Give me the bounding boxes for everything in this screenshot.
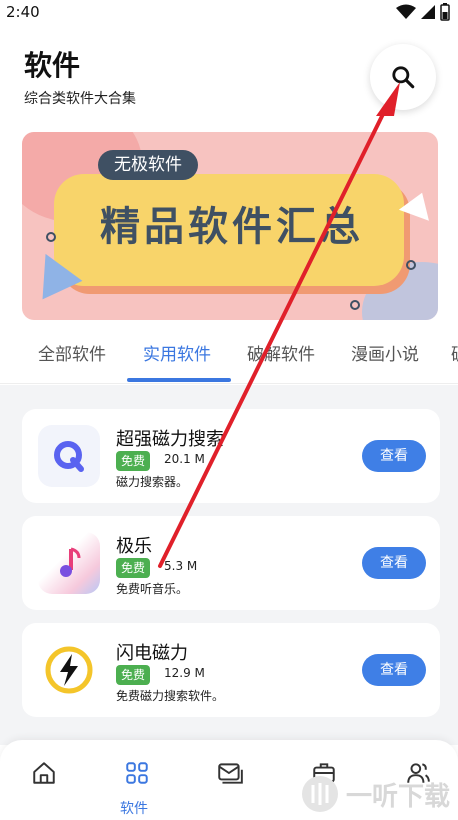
banner-dot [350,300,360,310]
app-name: 极乐 [116,536,152,557]
view-button[interactable]: 查看 [362,440,426,472]
app-description: 免费听音乐。 [116,582,189,596]
status-icons [396,3,450,21]
free-badge: 免费 [116,558,151,578]
banner-headline: 精品软件汇总 [100,204,364,250]
free-badge: 免费 [116,665,151,685]
category-tabs: 全部软件 实用软件 破解软件 漫画小说 破 [0,328,458,384]
app-name: 闪电磁力 [116,643,188,664]
banner-tag: 无极软件 [98,150,198,180]
nav-messages[interactable] [210,760,250,800]
tab-all-software[interactable]: 全部软件 [38,340,106,365]
tab-cracked-software[interactable]: 破解软件 [247,340,315,365]
q-magnet-icon [54,441,84,472]
page-subtitle: 综合类软件大合集 [24,91,136,107]
status-bar: 2:40 [0,0,458,24]
nav-home[interactable] [24,760,64,800]
free-badge: 免费 [116,451,151,471]
watermark-logo-icon [302,776,338,812]
active-tab-indicator [127,378,231,382]
app-description: 磁力搜索器。 [116,475,189,489]
search-icon [392,66,415,89]
watermark: 一听下载 [300,774,450,814]
status-time: 2:40 [6,3,40,21]
app-icon [38,532,100,594]
view-button[interactable]: 查看 [362,654,426,686]
app-screen: 2:40 软件 综合类软件大合集 无极软件 精品软件汇总 全部软件 实用软件 破… [0,0,458,820]
app-list: 超强磁力搜索 免费 20.1 M 磁力搜索器。 查看 极乐 免费 5.3 M 免… [0,385,458,745]
list-item[interactable]: 闪电磁力 免费 12.9 M 免费磁力搜索软件。 查看 [22,623,440,717]
tab-more[interactable]: 破 [451,340,458,365]
nav-software[interactable] [117,760,157,800]
list-item[interactable]: 极乐 免费 5.3 M 免费听音乐。 查看 [22,516,440,610]
tab-comics-novels[interactable]: 漫画小说 [351,340,419,365]
apps-grid-icon [126,762,148,784]
app-name: 超强磁力搜索 [116,429,224,450]
search-button[interactable] [370,44,436,110]
promo-banner[interactable]: 无极软件 精品软件汇总 [22,132,438,320]
battery-icon [440,3,450,21]
signal-icon [421,5,435,19]
mail-icon [218,763,243,784]
banner-dot [46,232,56,242]
watermark-text: 一听下载 [346,781,451,812]
page-title: 软件 [24,49,81,82]
banner-triangle [398,187,438,221]
tab-utility-software[interactable]: 实用软件 [143,340,211,365]
app-size: 20.1 M [164,452,205,466]
lightning-icon [45,646,93,694]
home-icon [33,762,55,784]
app-size: 5.3 M [164,559,198,573]
wifi-icon [396,4,416,19]
view-button[interactable]: 查看 [362,547,426,579]
app-description: 免费磁力搜索软件。 [116,689,225,703]
app-icon [38,425,100,487]
app-size: 12.9 M [164,666,205,680]
nav-software-label: 软件 [120,801,148,817]
list-item[interactable]: 超强磁力搜索 免费 20.1 M 磁力搜索器。 查看 [22,409,440,503]
banner-dot [406,260,416,270]
app-icon [38,639,100,701]
music-note-icon [60,547,81,577]
